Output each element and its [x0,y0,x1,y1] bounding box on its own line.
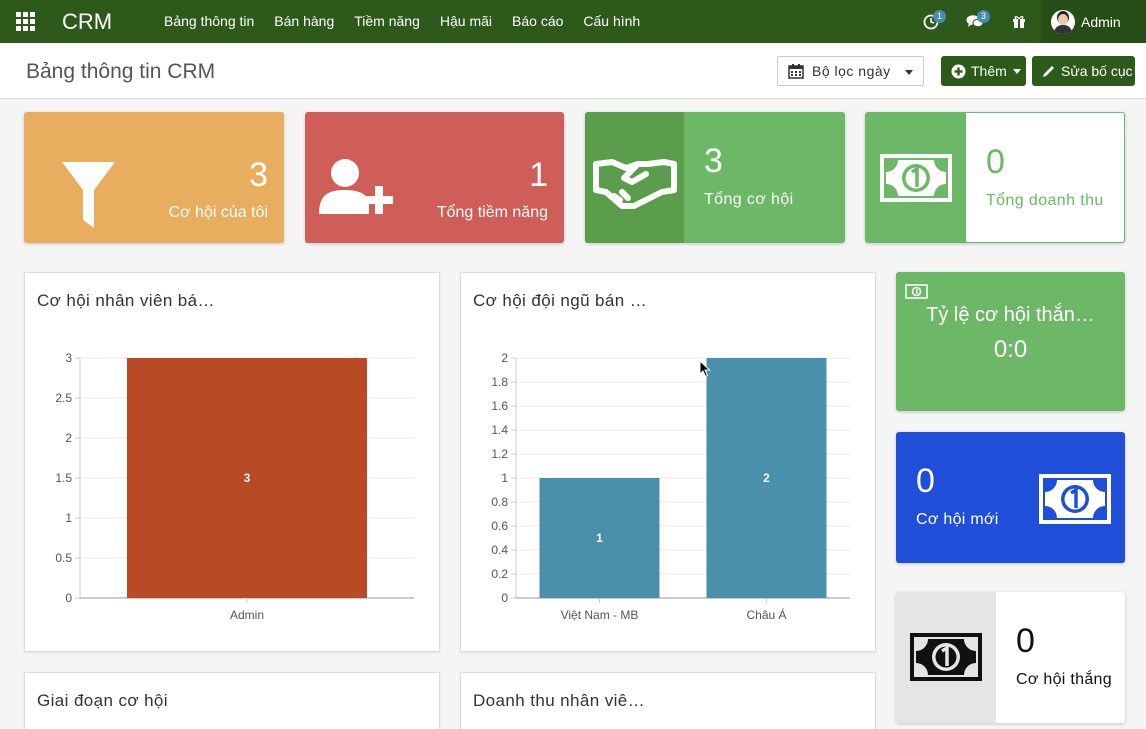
main-menu: Bảng thông tin Bán hàng Tiềm năng Hậu mã… [154,0,650,43]
y-tick-label: 1.6 [491,399,508,413]
panel-title: Doanh thu nhân viê… [473,691,646,710]
menu-item-dashboard[interactable]: Bảng thông tin [154,0,264,43]
edit-layout-button[interactable]: Sửa bố cục [1032,56,1135,86]
edit-layout-label: Sửa bố cục [1061,63,1133,79]
menu-item-configuration[interactable]: Cấu hình [573,0,650,43]
app-brand[interactable]: CRM [62,9,154,35]
panel-title: Giai đoạn cơ hội [37,691,168,710]
user-name: Admin [1081,13,1121,30]
x-tick-label: Châu Á [746,607,786,622]
page-title: Bảng thông tin CRM [26,60,216,83]
tile-total-revenue[interactable]: 0 Tổng doanh thu [865,112,1125,243]
chart-panel-team-opportunities: Cơ hội đội ngũ bán … 0 0.2 0.4 0.6 0.8 1 1.2 1.… [460,272,876,652]
tile-new-opportunities[interactable]: 0 Cơ hội mới [896,432,1125,563]
plus-circle-icon [951,64,966,78]
bar-chart: 0 0.5 1 1.5 2 2.5 3 3 Admin [55,351,414,622]
tile-won-opportunities[interactable]: 0 Cơ hội thắng [896,592,1125,723]
control-panel: Bảng thông tin CRM Bộ lọc ngày Thêm Sửa … [0,43,1146,99]
bar-data-label: 1 [596,531,603,545]
y-tick-label: 3 [65,351,72,365]
y-tick-label: 0 [65,591,72,605]
activity-badge: 1 [933,10,947,23]
panel-salesperson-revenue: Doanh thu nhân viê… [460,672,876,729]
x-tick-label: Admin [230,608,264,622]
y-tick-label: 1.2 [491,447,508,461]
tile-label: Tổng cơ hội [704,191,794,208]
user-menu[interactable]: Admin [1041,0,1146,43]
activity-button[interactable]: 1 [909,0,953,43]
tile-label: Cơ hội của tôi [168,204,268,221]
money-icon [1039,474,1111,524]
money-icon [880,154,952,202]
y-tick-label: 1.8 [491,375,508,389]
y-tick-label: 2 [501,351,508,365]
y-tick-label: 0.2 [491,567,508,581]
tile-value: 0 [916,462,935,500]
y-tick-label: 1 [501,471,508,485]
tile-total-opportunities[interactable]: 3 Tổng cơ hội [585,112,845,243]
gift-icon [1013,15,1025,28]
caret-down-icon [905,70,913,75]
top-navbar: CRM Bảng thông tin Bán hàng Tiềm năng Hậ… [0,0,1146,43]
messages-badge: 3 [977,10,991,23]
tile-label: Tổng tiềm năng [436,204,548,221]
tile-value: 1 [529,156,548,194]
y-tick-label: 2.5 [55,391,72,405]
tile-value: 3 [249,156,268,194]
y-tick-label: 1.5 [55,471,72,485]
money-icon [905,284,928,299]
gift-button[interactable] [997,0,1041,43]
filter-icon [62,162,115,228]
panel-opportunity-stages: Giai đoạn cơ hội [24,672,440,729]
x-tick-label: Việt Nam - MB [561,608,639,622]
tile-value: 3 [704,142,723,180]
menu-item-after-sales[interactable]: Hậu mãi [430,0,502,43]
handshake-icon [593,159,677,209]
add-label: Thêm [971,63,1007,79]
tile-value: 0 [986,143,1005,181]
pencil-icon [1043,66,1054,77]
apps-grid-icon [15,12,35,31]
caret-down-icon [1012,68,1021,74]
add-button[interactable]: Thêm [941,56,1026,86]
date-filter-label: Bộ lọc ngày [812,63,891,79]
y-tick-label: 0.8 [491,495,508,509]
date-filter-button[interactable]: Bộ lọc ngày [777,56,924,86]
bar-chart: 0 0.2 0.4 0.6 0.8 1 1.2 1.4 1.6 1.8 2 1 Việt Nam - M… [491,351,850,622]
chart-panel-salesperson-opportunities: Cơ hội nhân viên bá… 0 0.5 1 1.5 2 2.5 3 3 Admin [24,272,440,652]
y-tick-label: 2 [65,431,72,445]
bar-data-label: 3 [244,471,251,485]
mouse-cursor-icon [699,360,711,378]
tile-label: Tổng doanh thu [986,192,1104,209]
y-tick-label: 0.6 [491,519,508,533]
y-tick-label: 0.4 [491,543,508,557]
tile-value: 0 [1016,622,1035,660]
bar-data-label: 2 [763,471,770,485]
avatar [1051,9,1075,34]
calendar-icon [788,64,804,79]
y-tick-label: 1.4 [491,423,508,437]
tile-label: Cơ hội mới [916,511,999,528]
user-plus-icon [319,159,393,214]
messages-button[interactable]: 3 [953,0,997,43]
y-tick-label: 1 [65,511,72,525]
win-ratio-title: Tỷ lệ cơ hội thắn… [926,304,1095,326]
y-tick-label: 0 [501,591,508,605]
tile-label: Cơ hội thắng [1016,671,1112,688]
tile-total-leads[interactable]: 1 Tổng tiềm năng [305,112,564,243]
win-ratio-value: 0:0 [993,336,1028,363]
apps-menu-button[interactable] [0,0,50,43]
tile-win-ratio[interactable]: Tỷ lệ cơ hội thắn… 0:0 [896,272,1125,411]
y-tick-label: 0.5 [55,551,72,565]
menu-item-sales[interactable]: Bán hàng [264,0,344,43]
menu-item-leads[interactable]: Tiềm năng [344,0,430,43]
money-icon [910,633,982,681]
menu-item-reports[interactable]: Báo cáo [502,0,573,43]
tile-my-opportunities[interactable]: 3 Cơ hội của tôi [24,112,284,243]
